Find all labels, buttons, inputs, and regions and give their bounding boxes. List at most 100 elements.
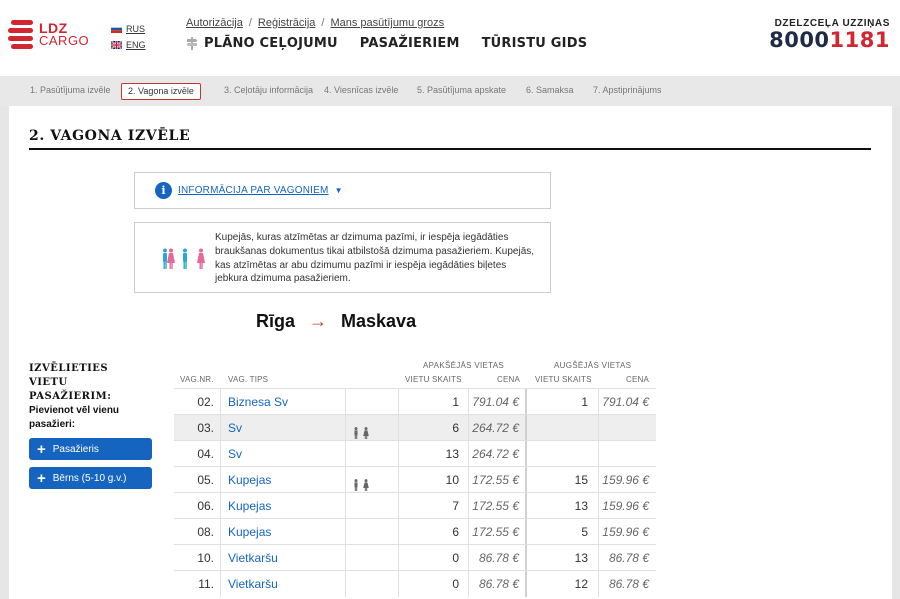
hotline-number[interactable]: 80001181 [769,29,890,51]
column-divider [525,571,527,597]
wagon-type-link[interactable]: Kupejas [228,467,271,493]
logo-text-cargo: CARGO [39,33,90,48]
step-traveler-info[interactable]: 3. Ceļotāju informācija [218,83,319,100]
gender-notice-box: Kupejās, kuras atzīmētas ar dzimuma pazī… [134,222,551,293]
checkout-steps: 1. Pasūtījuma izvēle 2. Vagona izvēle 3.… [0,76,900,106]
column-divider [525,493,527,519]
lower-seat-count: 1 [452,395,459,409]
wagon-info-link[interactable]: INFORMĀCIJA PAR VAGONIEM [178,185,329,196]
nav-tourist-guide[interactable]: TŪRISTU GIDS [482,36,588,51]
lower-seat-count: 0 [452,551,459,565]
lower-seat-count: 6 [452,421,459,435]
upper-seat-count [536,415,588,441]
column-divider [345,519,346,545]
add-child-button[interactable]: + Bērns (5-10 g.v.) [29,467,152,489]
table-row[interactable]: 11. Vietkaršu 0 86.78 € 12 86.78 € [174,570,656,597]
nav-passengers[interactable]: PASAŽIERIEM [360,36,460,51]
column-divider [398,571,399,597]
language-eng[interactable]: ENG [111,40,146,50]
upper-seat-count: 1 [581,395,588,409]
col-upper-seat-count: VIETU SKAITS [535,375,592,384]
main-navigation: PLĀNO CEĻOJUMU PASAŽIERIEM TŪRISTU GIDS [186,36,587,51]
column-divider [525,441,527,467]
wagon-number: 05. [197,473,214,487]
login-link[interactable]: Autorizācija [186,17,243,29]
language-rus[interactable]: RUS [111,24,145,34]
nav-plan-trip[interactable]: PLĀNO CEĻOJUMU [186,36,338,51]
step-wagon-selection[interactable]: 2. Vagona izvēle [121,83,201,100]
step-order-selection[interactable]: 1. Pasūtījuma izvēle [24,83,117,100]
title-divider [29,148,871,150]
add-child-button-label: Bērns (5-10 g.v.) [52,472,127,484]
lower-seat-count: 10 [445,473,459,487]
wagon-number: 04. [197,447,214,461]
lower-seat-count: 7 [452,499,459,513]
col-upper-price: CENA [626,375,650,384]
wagon-number: 02. [197,395,214,409]
wagon-type-link[interactable]: Sv [228,415,242,441]
step-payment[interactable]: 6. Samaksa [520,83,580,100]
plus-icon: + [37,469,46,487]
lower-price: 172.55 € [472,525,519,539]
upper-seat-count: 12 [574,577,588,591]
upper-seats-header: AUGŠĒJĀS VIETAS [554,361,632,370]
wagon-number: 03. [197,421,214,435]
cart-link[interactable]: Mans pasūtījumu grozs [330,17,444,29]
wagon-type-link[interactable]: Vietkaršu [228,571,278,597]
column-divider [220,389,221,415]
column-divider [220,493,221,519]
upper-price [594,441,649,467]
table-row[interactable]: 06. Kupejas 7 172.55 € 13 159.96 € [174,492,656,519]
language-rus-label: RUS [126,24,146,34]
upper-price: 791.04 € [602,395,649,409]
gender-pair-icon [354,427,369,439]
wagon-type-link[interactable]: Vietkaršu [228,545,278,571]
table-row[interactable]: 05. Kupejas 10 172.55 € 15 159.96 € [174,466,656,493]
lower-price: 264.72 € [472,447,519,461]
column-divider [398,441,399,467]
info-icon: i [155,182,172,199]
column-divider [525,545,527,571]
hotline-number-part2: 1181 [829,28,890,52]
ldz-cargo-logo[interactable]: LDZ CARGO [8,18,98,52]
column-divider [345,415,346,441]
wagon-type-link[interactable]: Kupejas [228,519,271,545]
wagon-type-link[interactable]: Kupejas [228,493,271,519]
wagon-type-link[interactable]: Biznesa Sv [228,389,288,415]
wagon-type-link[interactable]: Sv [228,441,242,467]
table-row[interactable]: 04. Sv 13 264.72 € [174,440,656,467]
choose-seat-title: IZVĒLIETIES VIETU PASAŽIERIM: [29,363,112,402]
lower-price: 791.04 € [472,395,519,409]
table-row[interactable]: 02. Biznesa Sv 1 791.04 € 1 791.04 € [174,388,656,415]
column-divider [525,389,527,415]
gender-notice-text: Kupejās, kuras atzīmētas ar dzimuma pazī… [215,232,535,285]
route-destination: Maskava [341,311,417,331]
hotline-number-part1: 8000 [769,28,830,52]
female-icon [197,248,205,269]
column-divider [398,389,399,415]
column-divider [525,519,527,545]
separator: / [321,17,325,29]
gender-pair-icon [352,474,372,491]
site-header: LDZ CARGO RUS ENG Autorizācija / Reģistr… [0,0,900,76]
table-row[interactable]: 03. Sv 6 264.72 € [174,414,656,441]
arrow-right-icon: → [309,311,328,331]
column-divider [220,571,221,597]
add-passenger-button[interactable]: + Pasažieris [29,438,152,460]
table-row[interactable]: 08. Kupejas 6 172.55 € 5 159.96 € [174,518,656,545]
upper-seat-count: 13 [574,499,588,513]
register-link[interactable]: Reģistrācija [258,17,315,29]
route-header: Rīga → Maskava [256,311,416,332]
step-order-review[interactable]: 5. Pasūtījuma apskate [411,83,512,100]
upper-price: 86.78 € [608,577,649,591]
column-divider [220,467,221,493]
uk-flag-icon [111,41,122,49]
column-divider [398,519,399,545]
step-confirmation[interactable]: 7. Apstiprinājums [587,83,668,100]
column-divider [525,415,527,441]
step-hotel-selection[interactable]: 4. Viesnīcas izvēle [318,83,404,100]
col-lower-seat-count: VIETU SKAITS [405,375,462,384]
caret-down-icon[interactable]: ▼ [335,186,343,195]
table-row[interactable]: 10. Vietkaršu 0 86.78 € 13 86.78 € [174,544,656,571]
nav-tourist-guide-label: TŪRISTU GIDS [481,36,588,51]
